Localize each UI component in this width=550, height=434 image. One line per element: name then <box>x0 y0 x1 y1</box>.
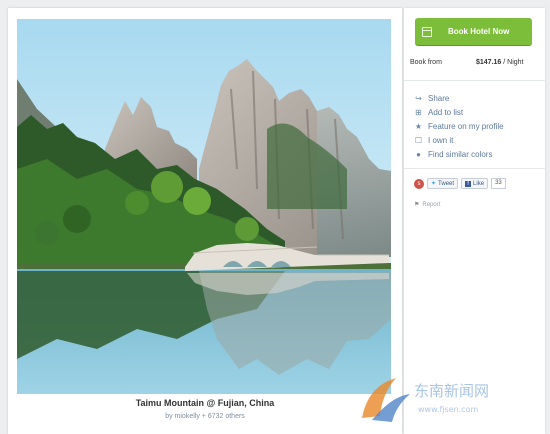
divider <box>404 168 545 169</box>
watermark-logo: 东南新闻网 www.fjsen.com <box>362 378 489 422</box>
price-value: $147.16 <box>476 59 502 66</box>
book-from-label: Book from <box>410 59 442 66</box>
add-to-list-link[interactable]: ⊞ Add to list <box>414 105 504 119</box>
share-icon: ↪ <box>415 93 422 103</box>
landscape-image <box>17 19 391 394</box>
author-link[interactable]: miokelly <box>175 413 200 420</box>
star-icon: ★ <box>414 121 423 131</box>
report-link[interactable]: ⚑ Report <box>414 201 441 209</box>
stumbleupon-icon[interactable]: s <box>414 178 424 189</box>
photo-title: Taimu Mountain @ Fujian, China <box>135 398 275 408</box>
drop-icon: ● <box>416 149 421 159</box>
own-it-label: I own it <box>428 135 454 145</box>
like-button[interactable]: f Like <box>461 178 489 189</box>
price-row: Book from $147.16 / Night <box>410 59 538 66</box>
photo-card: Taimu Mountain @ Fujian, China by miokel… <box>8 8 402 434</box>
report-label: Report <box>422 201 441 208</box>
own-icon: ☐ <box>414 135 423 145</box>
like-count: 33 <box>491 178 506 189</box>
tweet-button[interactable]: ✦ Tweet <box>427 178 459 189</box>
photo-credit: by miokelly + 6732 others <box>8 413 402 420</box>
credit-prefix: by <box>165 413 173 420</box>
sidebar: Book Hotel Now Book from $147.16 / Night… <box>404 8 545 434</box>
watermark-text: 东南新闻网 <box>414 382 489 400</box>
own-it-link[interactable]: ☐ I own it <box>414 133 504 147</box>
price-unit: / Night <box>503 59 524 66</box>
landscape-photo[interactable] <box>17 19 391 394</box>
social-bar: s ✦ Tweet f Like 33 <box>414 178 506 189</box>
feature-on-profile-link[interactable]: ★ Feature on my profile <box>414 119 504 133</box>
watermark-url: www.fjsen.com <box>418 405 478 414</box>
feature-on-profile-label: Feature on my profile <box>428 121 504 131</box>
calendar-icon <box>422 26 432 37</box>
tweet-label: Tweet <box>438 180 455 187</box>
add-to-list-label: Add to list <box>428 107 464 117</box>
divider <box>404 80 545 81</box>
find-similar-colors-link[interactable]: ● Find similar colors <box>414 147 504 161</box>
book-hotel-label: Book Hotel Now <box>448 27 510 36</box>
action-list: ↪ Share ⊞ Add to list ★ Feature on my pr… <box>414 91 504 161</box>
book-hotel-button[interactable]: Book Hotel Now <box>415 18 532 46</box>
flag-icon: ⚑ <box>414 202 420 208</box>
credit-others[interactable]: + 6732 others <box>202 413 245 420</box>
like-label: Like <box>473 180 485 187</box>
share-link[interactable]: ↪ Share <box>414 91 504 105</box>
twitter-icon: ✦ <box>431 181 437 187</box>
find-similar-colors-label: Find similar colors <box>428 149 493 159</box>
facebook-icon: f <box>465 180 472 187</box>
share-label: Share <box>428 93 450 103</box>
price-amount: $147.16 / Night <box>476 59 524 66</box>
list-icon: ⊞ <box>415 107 422 117</box>
